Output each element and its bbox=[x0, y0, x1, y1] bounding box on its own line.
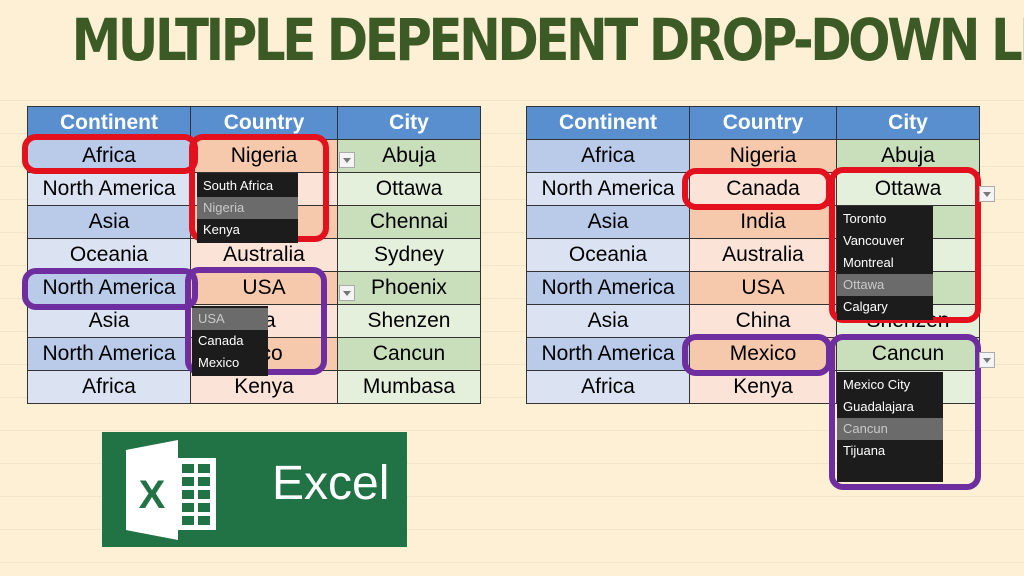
excel-icon: X bbox=[126, 440, 216, 540]
country-cell[interactable]: China bbox=[689, 304, 837, 338]
dropdown-option[interactable]: Canada bbox=[192, 330, 268, 352]
continent-cell[interactable]: Africa bbox=[526, 139, 690, 173]
country-cell[interactable]: Australia bbox=[689, 238, 837, 272]
page-title: MULTIPLE DEPENDENT DROP-DOWN LIST bbox=[71, 6, 1024, 74]
continent-cell[interactable]: North America bbox=[526, 271, 690, 305]
continent-cell[interactable]: North America bbox=[526, 337, 690, 371]
continent-cell[interactable]: Oceania bbox=[27, 238, 191, 272]
dropdown-arrow-icon[interactable] bbox=[979, 352, 995, 368]
city-cell[interactable]: Cancun bbox=[337, 337, 481, 371]
dropdown-option[interactable]: Kenya bbox=[197, 219, 298, 241]
header-continent: Continent bbox=[526, 106, 690, 140]
country-dropdown-list-2[interactable]: USA Canada Mexico bbox=[192, 306, 268, 376]
dropdown-arrow-icon[interactable] bbox=[339, 285, 355, 301]
header-city: City bbox=[337, 106, 481, 140]
continent-cell[interactable]: North America bbox=[526, 172, 690, 206]
dropdown-option[interactable]: Mexico City bbox=[837, 374, 943, 396]
dropdown-arrow-icon[interactable] bbox=[979, 186, 995, 202]
dropdown-arrow-icon[interactable] bbox=[339, 152, 355, 168]
country-dropdown-list-1[interactable]: South Africa Nigeria Kenya bbox=[197, 173, 298, 243]
highlight-continent-africa bbox=[22, 134, 198, 174]
city-cell[interactable]: Ottawa bbox=[337, 172, 481, 206]
city-cell[interactable]: Abuja bbox=[337, 139, 481, 173]
continent-cell[interactable]: Asia bbox=[27, 205, 191, 239]
city-cell[interactable]: Shenzen bbox=[337, 304, 481, 338]
country-cell[interactable]: USA bbox=[689, 271, 837, 305]
dropdown-option-selected[interactable]: Nigeria bbox=[197, 197, 298, 219]
header-country: Country bbox=[689, 106, 837, 140]
dropdown-option[interactable]: Guadalajara bbox=[837, 396, 943, 418]
dropdown-option[interactable]: Calgary bbox=[837, 296, 933, 318]
highlight-country-canada bbox=[682, 168, 832, 210]
dropdown-option[interactable]: Mexico bbox=[192, 352, 268, 374]
dropdown-option-selected[interactable]: USA bbox=[192, 308, 268, 330]
continent-cell[interactable]: Africa bbox=[27, 370, 191, 404]
city-cell[interactable]: Sydney bbox=[337, 238, 481, 272]
continent-cell[interactable]: Africa bbox=[526, 370, 690, 404]
continent-cell[interactable]: Asia bbox=[526, 205, 690, 239]
highlight-continent-north-america bbox=[22, 268, 198, 310]
dropdown-option[interactable]: Vancouver bbox=[837, 230, 933, 252]
continent-cell[interactable]: Oceania bbox=[526, 238, 690, 272]
excel-logo: X Excel bbox=[102, 432, 407, 547]
continent-cell[interactable]: North America bbox=[27, 172, 191, 206]
continent-cell[interactable]: Asia bbox=[526, 304, 690, 338]
dropdown-option[interactable]: Montreal bbox=[837, 252, 933, 274]
dropdown-option[interactable]: Toronto bbox=[837, 208, 933, 230]
city-dropdown-list-1[interactable]: Toronto Vancouver Montreal Ottawa Calgar… bbox=[837, 206, 933, 320]
continent-cell[interactable]: North America bbox=[27, 337, 191, 371]
dropdown-option-selected[interactable]: Cancun bbox=[837, 418, 943, 440]
city-cell[interactable]: Phoenix bbox=[337, 271, 481, 305]
dropdown-option-selected[interactable]: Ottawa bbox=[837, 274, 933, 296]
excel-logo-text: Excel bbox=[272, 457, 390, 510]
dropdown-option[interactable]: South Africa bbox=[197, 175, 298, 197]
header-city: City bbox=[836, 106, 980, 140]
highlight-country-mexico bbox=[682, 334, 832, 376]
country-cell[interactable]: India bbox=[689, 205, 837, 239]
city-cell[interactable]: Chennai bbox=[337, 205, 481, 239]
city-cell[interactable]: Mumbasa bbox=[337, 370, 481, 404]
city-dropdown-list-2[interactable]: Mexico City Guadalajara Cancun Tijuana bbox=[837, 372, 943, 482]
dropdown-option[interactable]: Tijuana bbox=[837, 440, 943, 462]
excel-logo-letter: X bbox=[139, 473, 166, 517]
